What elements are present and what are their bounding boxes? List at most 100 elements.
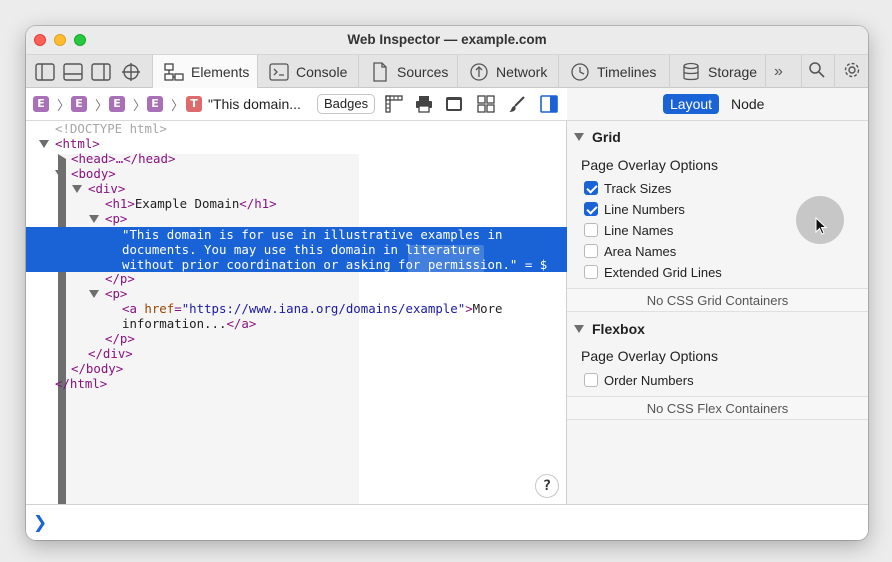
breadcrumb-text-label[interactable]: "This domain... xyxy=(208,96,301,112)
track-sizes-option[interactable]: Track Sizes xyxy=(584,179,671,197)
disclosure-triangle-expanded-icon[interactable] xyxy=(39,140,49,148)
dock-left-icon[interactable] xyxy=(34,61,56,83)
chevron-right-icon: 〉 xyxy=(171,98,185,113)
doctype-node[interactable]: <!DOCTYPE html> xyxy=(55,121,167,136)
dom-tree: <!DOCTYPE html> <html> <head>…</head> <b… xyxy=(26,121,567,540)
flexbox-section-title: Flexbox xyxy=(592,321,645,337)
print-icon[interactable] xyxy=(414,94,434,114)
search-button[interactable] xyxy=(801,55,834,88)
href-value[interactable]: "https://www.iana.org/domains/example" xyxy=(182,301,465,316)
paintbrush-icon[interactable] xyxy=(507,94,527,114)
help-button[interactable]: ? xyxy=(535,474,559,498)
layout-frame-icon[interactable] xyxy=(444,94,464,114)
element-picker-icon[interactable] xyxy=(120,61,142,83)
console-prompt-bar[interactable]: ❯ xyxy=(26,504,868,540)
console-icon xyxy=(268,61,290,83)
tab-network[interactable]: Network xyxy=(457,55,558,88)
tab-timelines[interactable]: Timelines xyxy=(558,55,669,88)
h1-node[interactable]: <h1>Example Domain</h1> xyxy=(105,196,277,211)
badges-button[interactable]: Badges xyxy=(317,94,376,114)
breadcrumb-text-node[interactable]: T xyxy=(186,96,202,112)
area-names-option[interactable]: Area Names xyxy=(584,242,676,260)
extended-grid-lines-option[interactable]: Extended Grid Lines xyxy=(584,263,722,281)
tab-label: Sources xyxy=(397,63,449,80)
disclosure-triangle-expanded-icon[interactable] xyxy=(55,170,65,178)
breadcrumb-element-html[interactable]: E xyxy=(33,96,49,112)
mouse-pointer-icon xyxy=(815,216,828,238)
p-close-tag: </p> xyxy=(105,271,135,286)
dock-right-icon[interactable] xyxy=(90,61,112,83)
network-icon xyxy=(468,61,490,83)
breadcrumb-element-div[interactable]: E xyxy=(109,96,125,112)
flexbox-section-header[interactable]: Flexbox xyxy=(567,316,868,342)
breadcrumb-element-body[interactable]: E xyxy=(71,96,87,112)
option-label: Track Sizes xyxy=(604,180,672,196)
tab-label: Storage xyxy=(708,63,758,80)
area-names-checkbox[interactable] xyxy=(584,244,598,258)
console-prompt-icon: ❯ xyxy=(33,513,48,532)
disclosure-triangle-expanded-icon[interactable] xyxy=(89,290,99,298)
option-label: Line Names xyxy=(604,222,674,238)
grid-layout-icon[interactable] xyxy=(476,94,496,114)
tab-sources[interactable]: Sources xyxy=(358,55,457,88)
body-close-tag: </body> xyxy=(71,361,124,376)
breadcrumb-element-p[interactable]: E xyxy=(147,96,163,112)
sidebar-tabs: Layout Node xyxy=(567,88,868,121)
no-grid-containers-message: No CSS Grid Containers xyxy=(567,288,868,312)
selected-text-node[interactable]: "This domain is for use in illustrative … xyxy=(26,227,567,272)
disclosure-triangle-expanded-icon xyxy=(574,133,584,141)
tab-node[interactable]: Node xyxy=(724,94,771,114)
option-label: Area Names xyxy=(604,243,677,259)
tab-layout[interactable]: Layout xyxy=(663,94,720,114)
tab-elements[interactable]: Elements xyxy=(152,55,257,88)
track-sizes-checkbox[interactable] xyxy=(584,181,598,195)
tab-storage[interactable]: Storage xyxy=(669,55,765,88)
grid-ruler-icon[interactable] xyxy=(384,94,404,114)
line-names-option[interactable]: Line Names xyxy=(584,221,673,239)
option-label: Extended Grid Lines xyxy=(604,264,722,280)
web-inspector-window: Web Inspector — example.com Elements Con… xyxy=(26,26,868,540)
option-label: Line Numbers xyxy=(604,201,685,217)
window-title: Web Inspector — example.com xyxy=(347,32,547,47)
a-open-tag: <a xyxy=(122,301,145,316)
watermark-overlay xyxy=(408,245,484,309)
selected-text-line: "This domain is for use in illustrative … xyxy=(122,227,503,242)
disclosure-triangle-expanded-icon xyxy=(574,325,584,333)
order-numbers-option[interactable]: Order Numbers xyxy=(584,371,694,389)
h1-open-tag: <h1> xyxy=(105,196,135,211)
elements-icon xyxy=(163,61,185,83)
dock-bottom-icon[interactable] xyxy=(62,61,84,83)
a-node[interactable]: <a href="https://www.iana.org/domains/ex… xyxy=(122,301,503,316)
h1-text: Example Domain xyxy=(134,196,240,211)
line-names-checkbox[interactable] xyxy=(584,223,598,237)
href-attribute: href xyxy=(144,301,175,316)
p-close-tag: </p> xyxy=(105,331,135,346)
tab-label: Elements xyxy=(191,63,250,80)
tab-console[interactable]: Console xyxy=(257,55,358,88)
disclosure-triangle-expanded-icon[interactable] xyxy=(72,185,82,193)
disclosure-triangle-expanded-icon[interactable] xyxy=(89,215,99,223)
toggle-details-sidebar-icon[interactable] xyxy=(539,94,559,114)
dom-tree-panel: E 〉 E 〉 E 〉 E 〉 T "This domain... Badges xyxy=(26,88,567,540)
html-node[interactable]: <html> xyxy=(55,136,100,151)
storage-icon xyxy=(680,61,702,83)
order-numbers-checkbox[interactable] xyxy=(584,373,598,387)
settings-button[interactable] xyxy=(834,55,868,88)
line-numbers-checkbox[interactable] xyxy=(584,202,598,216)
grid-section-header[interactable]: Grid xyxy=(567,124,868,150)
p-node[interactable]: <p> xyxy=(105,211,127,226)
div-node[interactable]: <div> xyxy=(88,181,125,196)
layout-sidebar: Layout Node Grid Page Overlay Options Tr… xyxy=(567,88,868,504)
flexbox-overlay-options-label: Page Overlay Options xyxy=(581,348,718,364)
p-node[interactable]: <p> xyxy=(105,286,127,301)
a-close-tag: </a> xyxy=(226,316,257,331)
more-tabs-button[interactable]: » xyxy=(765,55,801,88)
tab-label: Network xyxy=(496,63,548,80)
extended-grid-lines-checkbox[interactable] xyxy=(584,265,598,279)
body-node[interactable]: <body> xyxy=(71,166,116,181)
line-numbers-option[interactable]: Line Numbers xyxy=(584,200,685,218)
head-node[interactable]: <head>…</head> xyxy=(71,151,175,166)
a-node-continued: information...</a> xyxy=(122,316,256,331)
a-tag-end: > xyxy=(465,301,473,316)
a-text: More xyxy=(472,301,503,316)
